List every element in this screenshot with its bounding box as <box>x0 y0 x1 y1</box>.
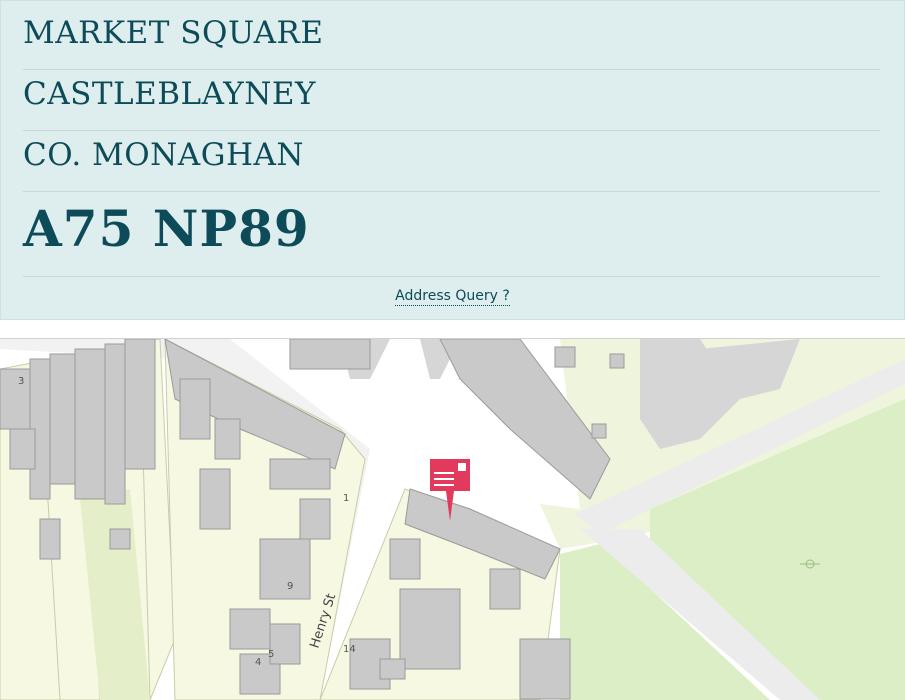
building-number-9: 9 <box>287 581 293 592</box>
building-number-1: 1 <box>343 493 349 504</box>
address-line-2: CASTLEBLAYNEY <box>23 76 880 131</box>
address-query-row: Address Query ? <box>1 288 904 306</box>
eircode: A75 NP89 <box>23 199 880 277</box>
building-number-5: 5 <box>268 649 274 660</box>
building-number-4: 4 <box>255 657 261 668</box>
address-query-link[interactable]: Address Query ? <box>395 288 510 306</box>
address-line-3: CO. MONAGHAN <box>23 137 880 192</box>
building-number-14: 14 <box>343 644 356 655</box>
address-line-1: MARKET SQUARE <box>23 15 880 70</box>
map-canvas[interactable]: 3 1 9 5 4 14 Henry St <box>0 339 905 700</box>
building-number-3: 3 <box>18 376 24 387</box>
map-view[interactable]: 3 1 9 5 4 14 Henry St <box>0 338 905 700</box>
address-card: MARKET SQUARE CASTLEBLAYNEY CO. MONAGHAN… <box>0 0 905 320</box>
